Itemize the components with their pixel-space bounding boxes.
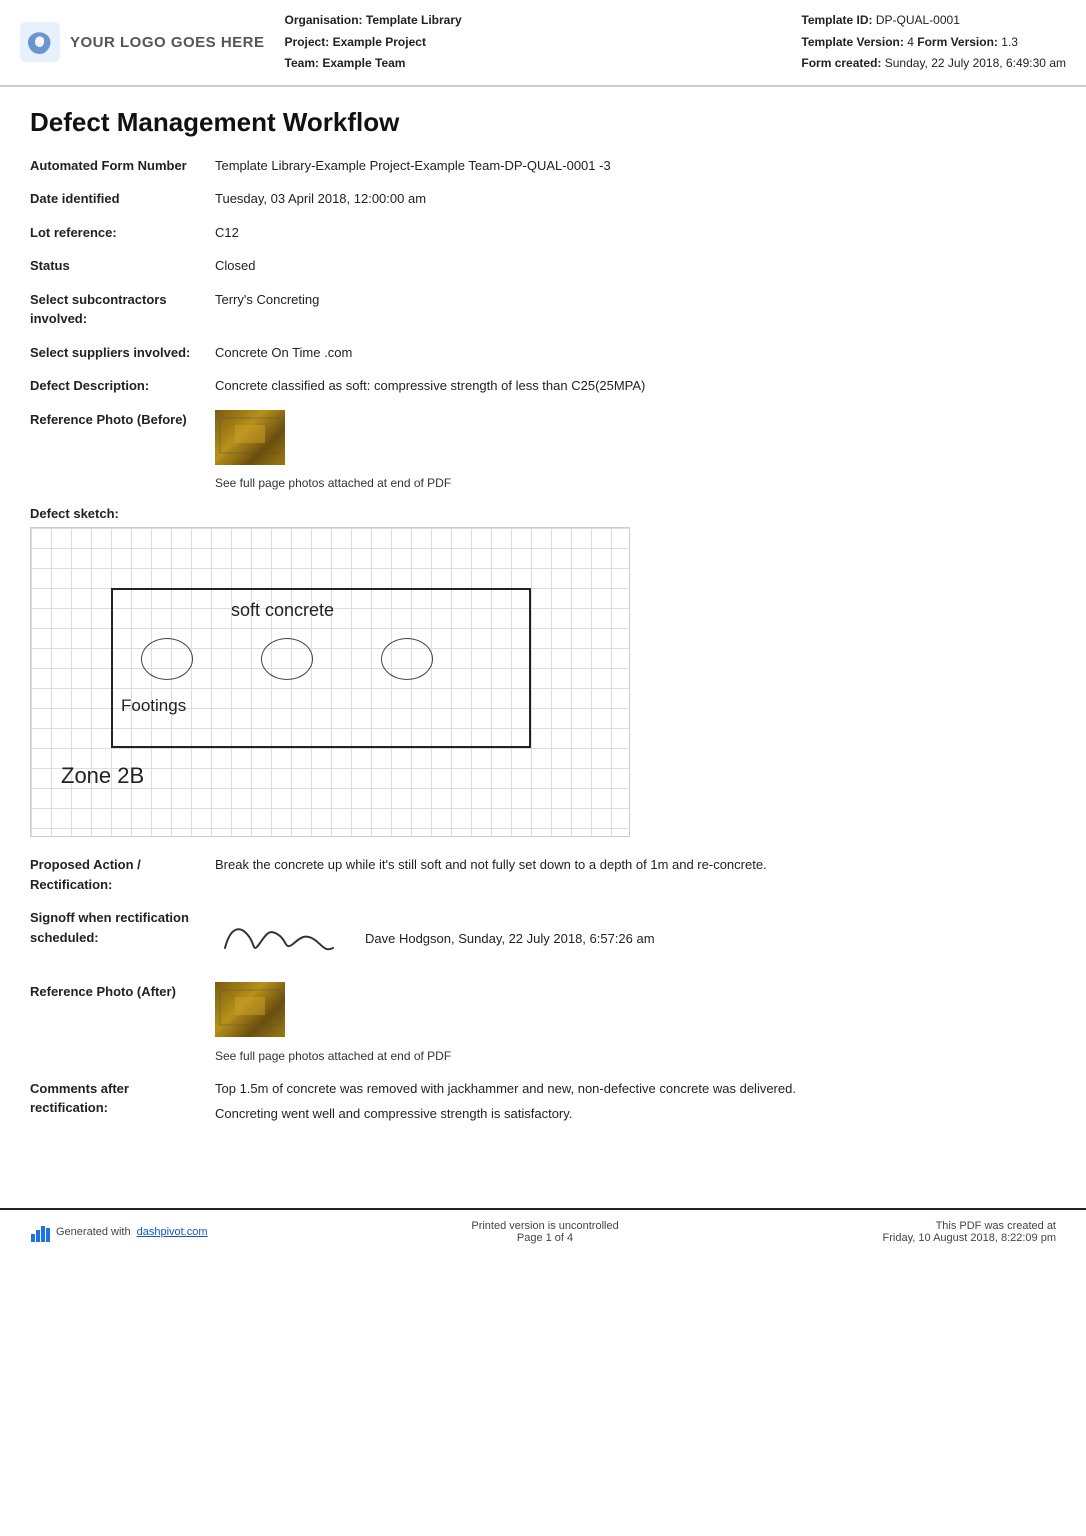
footer-left: Generated with dashpivot.com [30, 1222, 208, 1242]
proposed-action-value: Break the concrete up while it's still s… [215, 855, 1056, 875]
sketch-zone-text: Zone 2B [61, 763, 144, 789]
select-suppliers-label: Select suppliers involved: [30, 343, 215, 363]
form-row-reference-photo-before: Reference Photo (Before) See full page p… [30, 410, 1056, 493]
defect-sketch-section: Defect sketch: soft concrete Footings Zo… [30, 506, 1056, 837]
page-title: Defect Management Workflow [30, 107, 1056, 138]
reference-photo-before-thumbnail [215, 410, 285, 465]
header-meta: Organisation: Template Library Project: … [285, 10, 782, 75]
sketch-footings-text: Footings [121, 696, 186, 716]
comments-value: Top 1.5m of concrete was removed with ja… [215, 1079, 1056, 1124]
sketch-circle-3 [381, 638, 433, 680]
date-identified-value: Tuesday, 03 April 2018, 12:00:00 am [215, 189, 1056, 209]
reference-photo-after-label: Reference Photo (After) [30, 982, 215, 1002]
defect-description-value: Concrete classified as soft: compressive… [215, 376, 1056, 396]
form-row-date: Date identified Tuesday, 03 April 2018, … [30, 189, 1056, 209]
header-meta-right: Template ID: DP-QUAL-0001 Template Versi… [801, 10, 1066, 75]
reference-photo-after-note: See full page photos attached at end of … [215, 1047, 1056, 1065]
footer-logo-icon [30, 1222, 50, 1242]
footer: Generated with dashpivot.com Printed ver… [0, 1208, 1086, 1254]
form-row-automated: Automated Form Number Template Library-E… [30, 156, 1056, 176]
team-row: Team: Example Team [285, 53, 462, 75]
uncontrolled-text: Printed version is uncontrolled [471, 1220, 618, 1232]
select-suppliers-value: Concrete On Time .com [215, 343, 1056, 363]
sketch-circle-1 [141, 638, 193, 680]
form-row-status: Status Closed [30, 256, 1056, 276]
reference-photo-before-note: See full page photos attached at end of … [215, 474, 1056, 492]
template-version-row: Template Version: 4 Form Version: 1.3 [801, 32, 1066, 54]
signature-area: Dave Hodgson, Sunday, 22 July 2018, 6:57… [215, 908, 1056, 968]
form-row-comments: Comments after rectification: Top 1.5m o… [30, 1079, 1056, 1124]
form-row-lot: Lot reference: C12 [30, 223, 1056, 243]
org-row: Organisation: Template Library [285, 10, 462, 32]
generated-with-text: Generated with [56, 1226, 131, 1238]
dashpivot-link[interactable]: dashpivot.com [137, 1226, 208, 1238]
header: YOUR LOGO GOES HERE Organisation: Templa… [0, 0, 1086, 87]
signoff-person: Dave Hodgson, Sunday, 22 July 2018, 6:57… [365, 929, 655, 949]
footer-right: This PDF was created at Friday, 10 Augus… [883, 1220, 1056, 1244]
signature-image [215, 908, 345, 968]
comments-label: Comments after rectification: [30, 1079, 215, 1118]
defect-sketch-canvas: soft concrete Footings Zone 2B [30, 527, 630, 837]
form-row-defect-description: Defect Description: Concrete classified … [30, 376, 1056, 396]
lot-reference-value: C12 [215, 223, 1056, 243]
form-row-subcontractors: Select subcontractors involved: Terry's … [30, 290, 1056, 329]
logo-area: YOUR LOGO GOES HERE [20, 10, 265, 75]
defect-description-label: Defect Description: [30, 376, 215, 396]
reference-photo-after-thumbnail [215, 982, 285, 1037]
pdf-created-label: This PDF was created at [883, 1220, 1056, 1232]
signoff-value: Dave Hodgson, Sunday, 22 July 2018, 6:57… [215, 908, 1056, 968]
automated-form-number-label: Automated Form Number [30, 156, 215, 176]
form-row-signoff: Signoff when rectification scheduled: Da… [30, 908, 1056, 968]
reference-photo-before-label: Reference Photo (Before) [30, 410, 215, 430]
form-created-row: Form created: Sunday, 22 July 2018, 6:49… [801, 53, 1066, 75]
lot-reference-label: Lot reference: [30, 223, 215, 243]
defect-sketch-label: Defect sketch: [30, 506, 1056, 521]
sketch-soft-concrete-text: soft concrete [231, 600, 334, 621]
comments-line-2: Concreting went well and compressive str… [215, 1104, 1056, 1124]
form-row-proposed-action: Proposed Action / Rectification: Break t… [30, 855, 1056, 894]
logo-text: YOUR LOGO GOES HERE [70, 34, 265, 51]
status-value: Closed [215, 256, 1056, 276]
form-row-suppliers: Select suppliers involved: Concrete On T… [30, 343, 1056, 363]
pdf-created-date: Friday, 10 August 2018, 8:22:09 pm [883, 1232, 1056, 1244]
reference-photo-after-value: See full page photos attached at end of … [215, 982, 1056, 1065]
main-content: Defect Management Workflow Automated For… [0, 87, 1086, 1168]
footer-center: Printed version is uncontrolled Page 1 o… [471, 1220, 618, 1244]
template-id-row: Template ID: DP-QUAL-0001 [801, 10, 1066, 32]
signoff-label: Signoff when rectification scheduled: [30, 908, 215, 947]
page-info: Page 1 of 4 [471, 1232, 618, 1244]
select-subcontractors-label: Select subcontractors involved: [30, 290, 215, 329]
status-label: Status [30, 256, 215, 276]
project-row: Project: Example Project [285, 32, 462, 54]
proposed-action-label: Proposed Action / Rectification: [30, 855, 215, 894]
date-identified-label: Date identified [30, 189, 215, 209]
form-row-reference-photo-after: Reference Photo (After) See full page ph… [30, 982, 1056, 1065]
header-meta-left: Organisation: Template Library Project: … [285, 10, 462, 75]
comments-line-1: Top 1.5m of concrete was removed with ja… [215, 1079, 1056, 1099]
select-subcontractors-value: Terry's Concreting [215, 290, 1056, 310]
logo-icon [20, 22, 60, 62]
reference-photo-before-value: See full page photos attached at end of … [215, 410, 1056, 493]
sketch-circle-2 [261, 638, 313, 680]
automated-form-number-value: Template Library-Example Project-Example… [215, 156, 1056, 176]
